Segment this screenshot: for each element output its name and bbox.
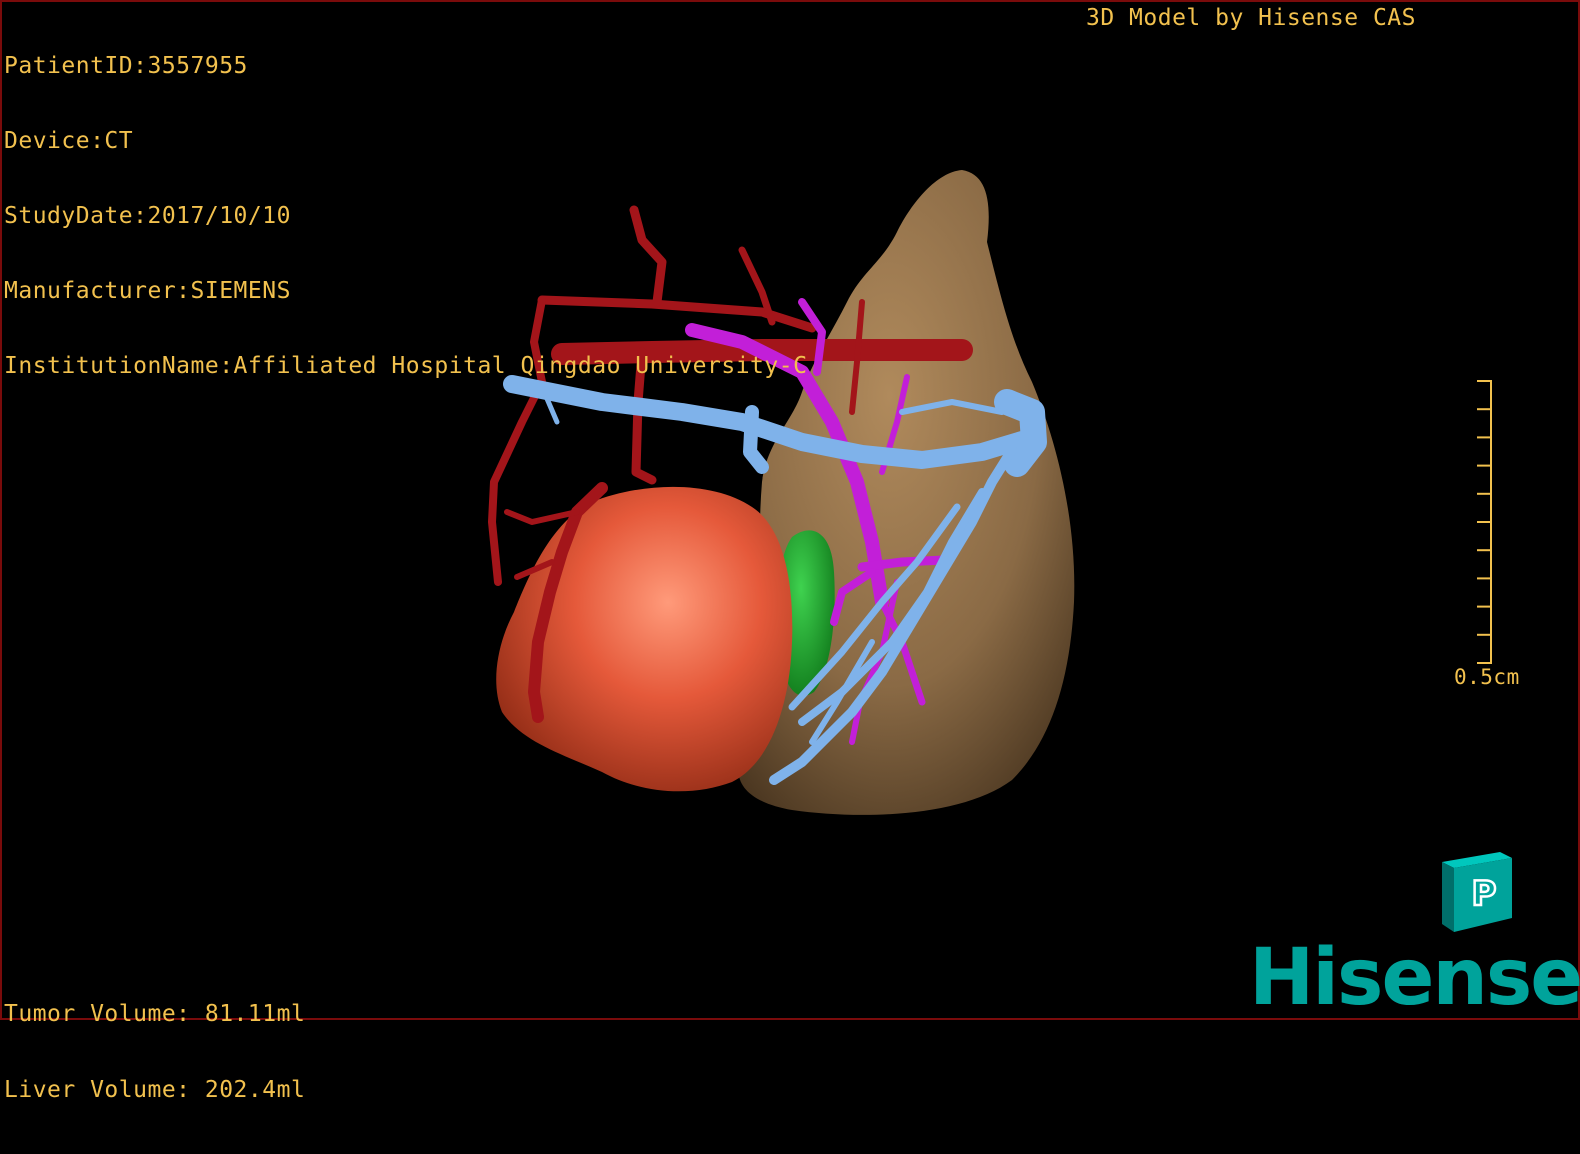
scale-label: 0.5cm — [1454, 665, 1520, 689]
institution-label: InstitutionName:Affiliated Hospital Qing… — [4, 353, 808, 379]
patient-metadata: PatientID:3557955 Device:CT StudyDate:20… — [4, 4, 807, 429]
device-label: Device:CT — [4, 128, 134, 154]
scale-ticks — [1477, 380, 1491, 664]
model-credit: 3D Model by Hisense CAS — [1086, 5, 1416, 31]
3d-viewport[interactable]: PatientID:3557955 Device:CT StudyDate:20… — [0, 0, 1580, 1103]
manufacturer-label: Manufacturer:SIEMENS — [4, 278, 291, 304]
tumor-volume-label: Tumor Volume: 81.11ml — [4, 1001, 306, 1027]
liver-volume-label: Liver Volume: 202.4ml — [4, 1077, 306, 1103]
cube-face-label: P — [1472, 874, 1497, 914]
volume-readouts: Tumor Volume: 81.11ml Liver Volume: 202.… — [4, 952, 305, 1154]
orientation-cube[interactable]: P — [1442, 852, 1532, 932]
cube-side-face — [1442, 862, 1454, 932]
scale-bar — [1477, 380, 1492, 664]
brand-logo: Hisense — [1249, 933, 1580, 1023]
study-date-label: StudyDate:2017/10/10 — [4, 203, 291, 229]
patient-id-label: PatientID:3557955 — [4, 53, 248, 79]
